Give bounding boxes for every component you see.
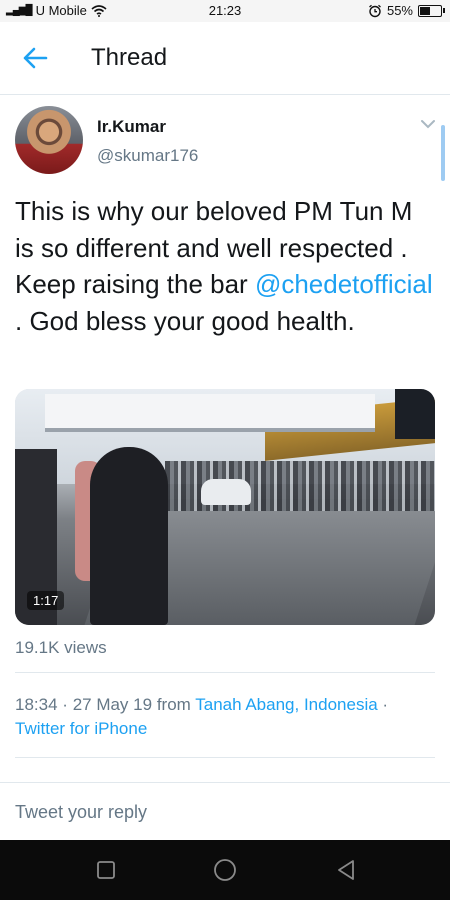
tweet-meta: 18:34 · 27 May 19 from Tanah Abang, Indo…	[15, 693, 435, 741]
stats-row	[15, 773, 435, 782]
status-bar: ▂▄▆█ U Mobile 21:23 55%	[0, 0, 450, 22]
tweet-time: 18:34	[15, 695, 58, 714]
battery-fill	[420, 6, 430, 15]
page-title: Thread	[91, 44, 168, 71]
location-link[interactable]: Tanah Abang, Indonesia	[195, 695, 377, 714]
separator-dot: ·	[62, 695, 68, 714]
battery-icon	[418, 4, 445, 17]
author-name[interactable]: Ir.Kumar	[97, 117, 166, 137]
video-frame-car	[201, 479, 251, 505]
video-frame-gantry	[45, 394, 375, 432]
arrow-left-icon[interactable]	[22, 46, 48, 70]
top-app-bar: Thread	[0, 22, 450, 95]
status-right: 55%	[368, 3, 445, 18]
reply-input[interactable]	[15, 799, 435, 825]
video-frame-person	[90, 447, 168, 625]
tweet-text: This is why our beloved PM Tun M is so d…	[15, 193, 435, 339]
tweet-text-part: . God bless your good health.	[15, 305, 355, 336]
recent-apps-icon[interactable]	[93, 857, 119, 883]
tweet-date: 27 May 19	[72, 695, 153, 714]
reply-bar	[0, 782, 450, 839]
video-player[interactable]: 1:17	[15, 389, 435, 625]
from-label: from	[156, 695, 191, 714]
alarm-icon	[369, 4, 381, 17]
video-duration-badge: 1:17	[27, 591, 65, 610]
divider	[15, 757, 435, 758]
view-count: 19.1K views	[15, 638, 107, 657]
divider	[15, 672, 435, 673]
chevron-down-icon[interactable]	[420, 118, 436, 130]
battery-percent: 55%	[386, 3, 413, 18]
source-link[interactable]: Twitter for iPhone	[15, 719, 147, 738]
back-triangle-icon[interactable]	[333, 857, 359, 883]
video-frame-tower	[395, 389, 435, 439]
separator-dot: ·	[382, 695, 389, 714]
avatar[interactable]	[15, 106, 83, 174]
android-nav-bar	[0, 840, 450, 900]
author-handle[interactable]: @skumar176	[97, 146, 198, 166]
mention-link[interactable]: @chedetofficial	[255, 269, 433, 299]
home-icon[interactable]	[212, 857, 238, 883]
scrollbar[interactable]	[441, 125, 445, 181]
